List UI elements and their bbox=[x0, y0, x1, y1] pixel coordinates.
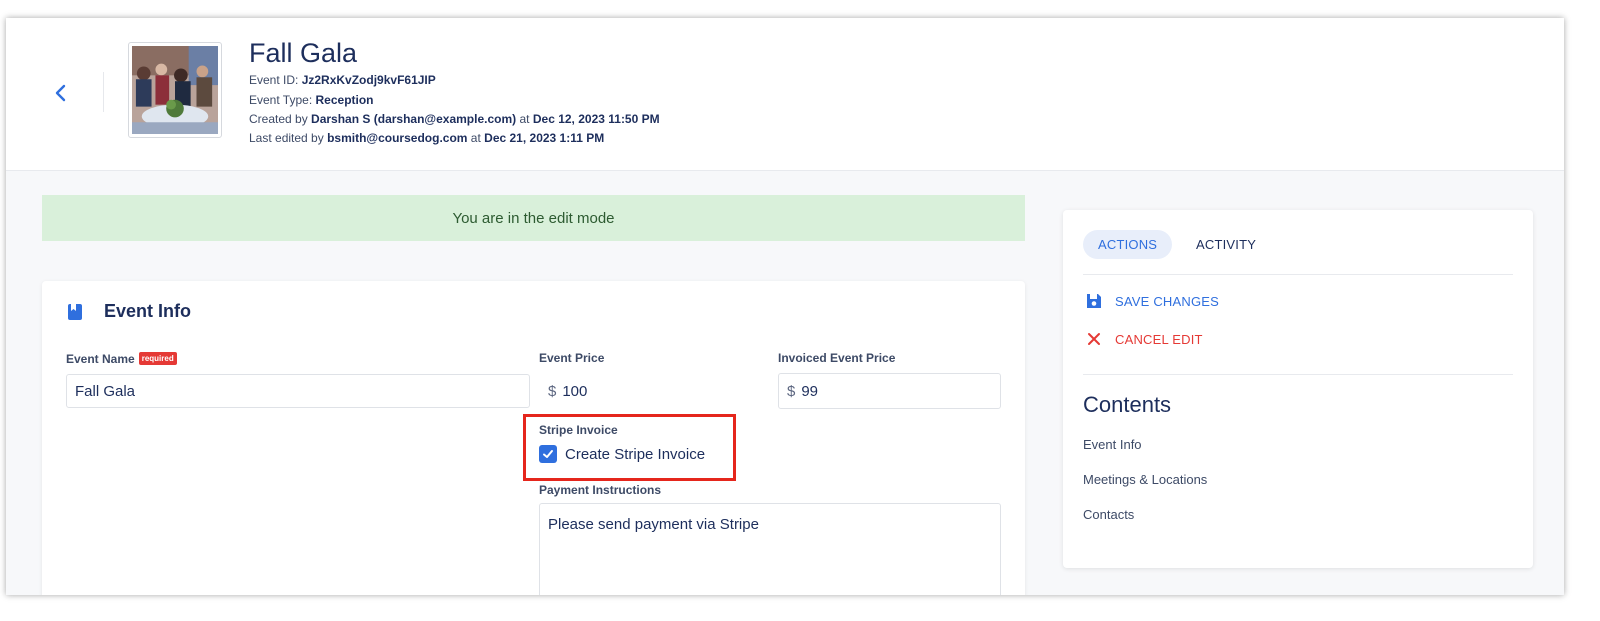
event-id-line: Event ID: Jz2RxKvZodj9kvF61JIP bbox=[249, 73, 436, 87]
event-type-label: Event Type: bbox=[249, 93, 313, 107]
contents-link-contacts[interactable]: Contacts bbox=[1083, 507, 1134, 522]
payment-instructions-label: Payment Instructions bbox=[539, 483, 662, 497]
event-info-card: Event Info Event Name required Fall Gala … bbox=[42, 281, 1025, 595]
event-name-label: Event Name required bbox=[66, 352, 177, 366]
cancel-edit-button[interactable]: CANCEL EDIT bbox=[1085, 330, 1203, 348]
floppy-disk-icon bbox=[1087, 294, 1101, 308]
invoiced-price-currency: $ bbox=[787, 382, 796, 400]
invoiced-price-input[interactable]: $ 99 bbox=[778, 373, 1001, 409]
header-divider bbox=[103, 72, 104, 112]
cancel-edit-label: CANCEL EDIT bbox=[1115, 331, 1203, 347]
event-type-value: Reception bbox=[315, 93, 374, 107]
edit-mode-banner: You are in the edit mode bbox=[42, 195, 1025, 241]
created-by: Darshan S (darshan@example.com) bbox=[311, 112, 517, 126]
event-image[interactable] bbox=[128, 42, 222, 138]
event-price-value: 100 bbox=[562, 382, 588, 400]
invoiced-price-label: Invoiced Event Price bbox=[778, 351, 896, 365]
event-photo-image bbox=[132, 46, 218, 134]
checkmark-icon bbox=[543, 450, 553, 458]
edited-by: bsmith@coursedog.com bbox=[327, 131, 468, 145]
required-badge: required bbox=[138, 352, 177, 365]
edit-mode-text: You are in the edit mode bbox=[452, 209, 615, 227]
contents-link-meetings-locations[interactable]: Meetings & Locations bbox=[1083, 472, 1207, 487]
stripe-invoice-label: Stripe Invoice bbox=[539, 423, 618, 437]
side-panel: ACTIONS ACTIVITY SAVE CHANGES CANCEL EDI… bbox=[1063, 210, 1533, 568]
created-line: Created by Darshan S (darshan@example.co… bbox=[249, 112, 660, 126]
close-icon bbox=[1088, 333, 1100, 345]
event-info-title: Event Info bbox=[104, 301, 192, 321]
stripe-checkbox-label: Create Stripe Invoice bbox=[565, 445, 706, 463]
created-at-word: at bbox=[519, 112, 530, 126]
book-icon bbox=[68, 303, 82, 320]
contents-title: Contents bbox=[1083, 392, 1172, 417]
event-id-value: Jz2RxKvZodj9kvF61JIP bbox=[301, 73, 436, 87]
actions-divider bbox=[1083, 374, 1513, 375]
event-name-label-text: Event Name bbox=[66, 352, 135, 366]
event-id-label: Event ID: bbox=[249, 73, 299, 87]
chevron-left-icon bbox=[55, 84, 66, 102]
event-price-input[interactable]: $ 100 bbox=[539, 374, 759, 408]
event-name-value: Fall Gala bbox=[75, 382, 136, 400]
tabs-divider bbox=[1083, 274, 1513, 275]
back-button[interactable] bbox=[46, 78, 76, 108]
save-changes-button[interactable]: SAVE CHANGES bbox=[1085, 292, 1219, 310]
invoiced-price-value: 99 bbox=[801, 382, 819, 400]
tab-actions[interactable]: ACTIONS bbox=[1083, 230, 1173, 259]
edited-line: Last edited by bsmith@coursedog.com at D… bbox=[249, 131, 604, 145]
created-at: Dec 12, 2023 11:50 PM bbox=[532, 112, 660, 126]
event-price-label: Event Price bbox=[539, 351, 605, 365]
created-prefix: Created by bbox=[249, 112, 308, 126]
save-changes-label: SAVE CHANGES bbox=[1115, 293, 1220, 309]
event-type-line: Event Type: Reception bbox=[249, 93, 374, 107]
edited-at-word: at bbox=[470, 131, 481, 145]
payment-instructions-value: Please send payment via Stripe bbox=[548, 516, 759, 533]
page-title: Fall Gala bbox=[249, 38, 358, 68]
edited-at: Dec 21, 2023 1:11 PM bbox=[484, 131, 605, 145]
event-info-header: Event Info bbox=[66, 301, 191, 322]
event-name-input[interactable]: Fall Gala bbox=[66, 374, 530, 408]
event-price-currency: $ bbox=[548, 382, 557, 400]
checkbox-box[interactable] bbox=[539, 445, 557, 463]
contents-link-event-info[interactable]: Event Info bbox=[1083, 437, 1142, 452]
payment-instructions-textarea[interactable]: Please send payment via Stripe bbox=[539, 503, 1001, 595]
app-window: Fall Gala Event ID: Jz2RxKvZodj9kvF61JIP… bbox=[6, 18, 1564, 595]
event-header: Fall Gala Event ID: Jz2RxKvZodj9kvF61JIP… bbox=[6, 18, 1564, 171]
stripe-invoice-checkbox[interactable]: Create Stripe Invoice bbox=[539, 445, 705, 463]
tab-activity[interactable]: ACTIVITY bbox=[1181, 230, 1271, 259]
edited-prefix: Last edited by bbox=[249, 131, 324, 145]
